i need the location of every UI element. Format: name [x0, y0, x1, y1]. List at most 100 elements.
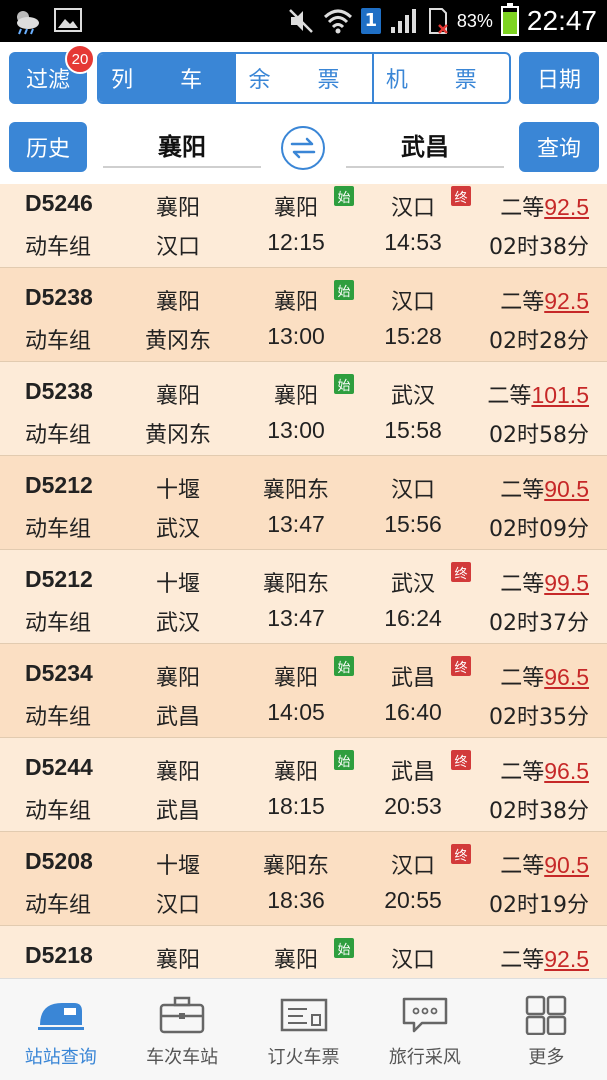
ticket-price-link[interactable]: 92.5	[544, 946, 589, 972]
seat-class: 二等	[500, 760, 545, 785]
train-row[interactable]: D5238 动车组 襄阳 黄冈东 襄阳 13:00 武汉 15:58 二等101.5 02时58分…	[0, 362, 607, 456]
terminal-badge: 终	[451, 750, 471, 770]
weather-icon	[17, 11, 39, 35]
origin-badge: 始	[334, 750, 354, 770]
terminal-badge: 终	[451, 562, 471, 582]
seat-price: 二等92.5	[500, 190, 589, 222]
query-button[interactable]: 查询	[519, 122, 599, 172]
train-number: D5238	[25, 378, 93, 404]
arrival-time: 15:56	[384, 511, 442, 537]
train-number: D5234	[25, 660, 93, 686]
seat-price: 二等96.5	[500, 660, 589, 692]
seat-class: 二等	[487, 384, 532, 409]
ticket-price-link[interactable]: 101.5	[531, 382, 589, 408]
departure-station: 襄阳东	[262, 854, 329, 879]
from-station-field[interactable]: 襄阳	[103, 122, 261, 168]
travel-duration: 02时37分	[489, 611, 589, 636]
departure-time: 18:36	[267, 887, 325, 913]
swap-stations-button[interactable]	[281, 126, 325, 170]
train-type: 动车组	[25, 799, 92, 824]
travel-duration: 02时38分	[489, 799, 589, 824]
terminal-badge: 终	[451, 844, 471, 864]
nav-station-query[interactable]: 站站查询	[0, 979, 121, 1080]
nav-book-ticket[interactable]: 订火车票	[243, 979, 364, 1080]
mute-icon	[289, 9, 313, 33]
ticket-type-tabs: 列 车 余 票 机 票	[97, 52, 511, 104]
tab-remaining-tickets[interactable]: 余 票	[236, 54, 374, 102]
ticket-price-link[interactable]: 99.5	[544, 570, 589, 596]
seat-class: 二等	[500, 290, 545, 315]
train-row[interactable]: D5208 动车组 十堰 汉口 襄阳东 18:36 汉口 20:55 二等90.5 02时19分终	[0, 832, 607, 926]
nav-train-number-label: 车次车站	[146, 1047, 219, 1068]
nav-travel-stories-label: 旅行采风	[388, 1047, 461, 1068]
ticket-price-link[interactable]: 92.5	[544, 194, 589, 220]
origin-station: 襄阳	[155, 666, 200, 691]
origin-station: 十堰	[155, 854, 200, 879]
seat-class: 二等	[500, 478, 545, 503]
train-row[interactable]: D5246 动车组 襄阳 汉口 襄阳 12:15 汉口 14:53 二等92.5 02时38分始终	[0, 184, 607, 268]
departure-time: 13:00	[267, 323, 325, 349]
train-row[interactable]: D5218 襄阳 襄阳 汉口 二等92.5 始	[0, 926, 607, 978]
nav-train-number[interactable]: 车次车站	[121, 979, 242, 1080]
travel-duration: 02时58分	[489, 423, 589, 448]
to-station-field[interactable]: 武昌	[346, 122, 504, 168]
seat-price: 二等92.5	[500, 284, 589, 316]
arrival-time: 20:55	[384, 887, 442, 913]
terminal-station: 汉口	[155, 235, 200, 260]
train-type: 动车组	[25, 329, 92, 354]
departure-time: 18:15	[267, 793, 325, 819]
status-bar: 1 83% 22:47	[0, 0, 607, 42]
origin-badge: 始	[334, 374, 354, 394]
seat-price: 二等99.5	[500, 566, 589, 598]
filter-button[interactable]: 过滤 20	[9, 44, 95, 104]
train-type: 动车组	[25, 517, 92, 542]
nav-travel-stories[interactable]: 旅行采风	[364, 979, 485, 1080]
filter-count-badge: 20	[65, 44, 95, 74]
date-button[interactable]: 日期	[519, 52, 599, 104]
departure-station: 襄阳东	[262, 572, 329, 597]
train-type: 动车组	[25, 611, 92, 636]
seat-class: 二等	[500, 196, 545, 221]
arrival-station: 汉口	[390, 948, 435, 973]
origin-station: 襄阳	[155, 948, 200, 973]
ticket-price-link[interactable]: 90.5	[544, 852, 589, 878]
train-number: D5208	[25, 848, 93, 874]
train-list[interactable]: D5246 动车组 襄阳 汉口 襄阳 12:15 汉口 14:53 二等92.5 02时38分始终…	[0, 184, 607, 978]
grid-icon	[526, 995, 567, 1035]
departure-time: 13:47	[267, 511, 325, 537]
origin-badge: 始	[334, 656, 354, 676]
train-row[interactable]: D5244 动车组 襄阳 武昌 襄阳 18:15 武昌 20:53 二等96.5 02时38分始终	[0, 738, 607, 832]
ticket-price-link[interactable]: 92.5	[544, 288, 589, 314]
ticket-price-link[interactable]: 96.5	[544, 664, 589, 690]
query-button-label: 查询	[536, 137, 581, 162]
battery-percentage: 83%	[456, 10, 493, 31]
battery-level	[502, 12, 517, 34]
ticket-price-link[interactable]: 90.5	[544, 476, 589, 502]
nav-more[interactable]: 更多	[486, 979, 607, 1080]
seat-price: 二等90.5	[500, 848, 589, 880]
train-type: 动车组	[25, 423, 92, 448]
arrival-time: 15:58	[384, 417, 442, 443]
train-type: 动车组	[25, 705, 92, 730]
origin-station: 襄阳	[155, 384, 200, 409]
train-row[interactable]: D5212 动车组 十堰 武汉 襄阳东 13:47 汉口 15:56 二等90.5 02时09分	[0, 456, 607, 550]
seat-class: 二等	[500, 666, 545, 691]
arrival-station: 汉口	[390, 478, 435, 503]
history-button-label: 历史	[25, 137, 70, 162]
travel-duration: 02时19分	[489, 893, 589, 918]
train-row[interactable]: D5234 动车组 襄阳 武昌 襄阳 14:05 武昌 16:40 二等96.5 02时35分始终	[0, 644, 607, 738]
ticket-price-link[interactable]: 96.5	[544, 758, 589, 784]
origin-badge: 始	[334, 186, 354, 206]
swap-arrows-icon	[290, 137, 316, 159]
sim-indicator: 1	[360, 8, 381, 34]
departure-time: 14:05	[267, 699, 325, 725]
tab-flights[interactable]: 机 票	[374, 54, 509, 102]
train-row[interactable]: D5238 动车组 襄阳 黄冈东 襄阳 13:00 汉口 15:28 二等92.5 02时28分始	[0, 268, 607, 362]
seat-class: 二等	[500, 572, 545, 597]
history-button[interactable]: 历史	[9, 122, 87, 172]
tab-trains[interactable]: 列 车	[99, 54, 237, 102]
status-bar-left	[12, 7, 82, 35]
train-row[interactable]: D5212 动车组 十堰 武汉 襄阳东 13:47 武汉 16:24 二等99.5 02时37分终	[0, 550, 607, 644]
terminal-badge: 终	[451, 186, 471, 206]
arrival-time: 14:53	[384, 229, 442, 255]
